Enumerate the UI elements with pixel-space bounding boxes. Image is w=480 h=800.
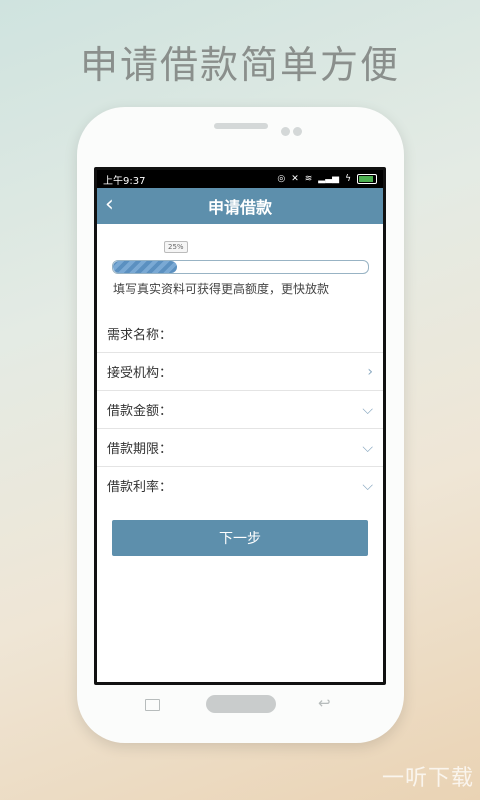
chevron-down-icon: ⌵ [362, 401, 373, 418]
signal-icon: ▂▃▅ [318, 174, 340, 184]
speaker-grille [214, 123, 268, 129]
amount-row[interactable]: 借款金额： ⌵ [97, 391, 383, 429]
app-header: ‹ 申请借款 [97, 188, 383, 224]
field-label: 接受机构： [107, 366, 173, 381]
institution-row[interactable]: 接受机构： › [97, 353, 383, 391]
battery-icon [357, 174, 377, 184]
phone-nav-bar: ↩ [77, 694, 404, 719]
field-label: 借款金额： [107, 404, 173, 419]
recent-apps-icon[interactable] [145, 699, 160, 711]
progress-percent: 25% [164, 241, 188, 253]
status-icons: ◎ ✕ ≋ ▂▃▅ ϟ [277, 174, 377, 184]
field-label: 需求名称： [107, 328, 173, 343]
charging-icon: ϟ [345, 174, 351, 184]
chevron-down-icon: ⌵ [362, 477, 373, 494]
chevron-right-icon: › [367, 363, 373, 380]
watermark: 一听下载 [381, 766, 474, 791]
headline: 申请借款简单方便 [79, 43, 400, 87]
home-button[interactable] [206, 695, 276, 713]
page-title: 申请借款 [207, 198, 272, 217]
chevron-down-icon: ⌵ [362, 439, 373, 456]
rate-row[interactable]: 借款利率： ⌵ [97, 467, 383, 504]
back-arrow-icon[interactable]: ↩ [318, 694, 331, 712]
screen: 上午9:37 ◎ ✕ ≋ ▂▃▅ ϟ ‹ 申请借款 25% 填写真实资料可获得更… [94, 167, 386, 685]
next-step-button[interactable]: 下一步 [112, 520, 368, 556]
progress-track [112, 260, 369, 274]
term-row[interactable]: 借款期限： ⌵ [97, 429, 383, 467]
phone-frame: 上午9:37 ◎ ✕ ≋ ▂▃▅ ϟ ‹ 申请借款 25% 填写真实资料可获得更… [77, 107, 404, 743]
loan-form: 需求名称： 接受机构： › 借款金额： ⌵ 借款期限： ⌵ 借款利率： ⌵ [97, 315, 383, 504]
progress-fill [113, 261, 177, 273]
screen-content: 上午9:37 ◎ ✕ ≋ ▂▃▅ ϟ ‹ 申请借款 25% 填写真实资料可获得更… [97, 170, 383, 682]
progress-section: 25% [97, 224, 383, 288]
back-chevron-icon[interactable]: ‹ [105, 192, 114, 217]
status-bar: 上午9:37 ◎ ✕ ≋ ▂▃▅ ϟ [97, 170, 383, 188]
wifi-icon: ≋ [304, 174, 313, 184]
mute-icon: ✕ [291, 174, 299, 184]
demand-name-row[interactable]: 需求名称： [97, 315, 383, 353]
field-label: 借款利率： [107, 480, 173, 495]
field-label: 借款期限： [107, 442, 173, 457]
alarm-icon: ◎ [277, 174, 286, 184]
status-time: 上午9:37 [103, 175, 146, 187]
sensor-dot [293, 127, 302, 136]
sensor-dot [281, 127, 290, 136]
